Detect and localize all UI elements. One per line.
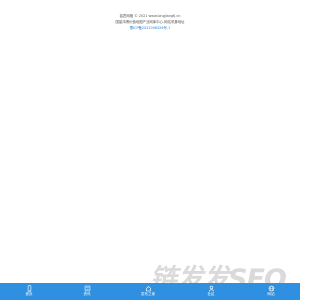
tab-publish[interactable]: 发布之家 (133, 283, 163, 300)
bottom-tab-bar: 首页 资讯 发布之家 社区 网站 (0, 283, 300, 300)
publish-icon (145, 285, 152, 292)
footer-info: 铭匠网格 © 2021 www.longjiangfj.cn 国星鸿博价值地图产… (0, 13, 300, 31)
icp-link[interactable]: 蜀ICP备2021006326号-1 (0, 25, 300, 31)
news-icon (84, 285, 91, 292)
tab-community-label: 社区 (207, 292, 215, 296)
tab-website[interactable]: 网站 (256, 283, 286, 300)
page: 铭匠网格 © 2021 www.longjiangfj.cn 国星鸿博价值地图产… (0, 0, 300, 300)
tab-community[interactable]: 社区 (196, 283, 226, 300)
community-icon (208, 285, 215, 292)
tab-website-label: 网站 (267, 292, 275, 296)
tab-publish-label: 发布之家 (140, 292, 156, 296)
tab-home-label: 首页 (25, 292, 33, 296)
home-icon (26, 285, 33, 292)
tab-home[interactable]: 首页 (14, 283, 44, 300)
tab-news-label: 资讯 (83, 292, 91, 296)
tab-news[interactable]: 资讯 (72, 283, 102, 300)
website-icon (268, 285, 275, 292)
